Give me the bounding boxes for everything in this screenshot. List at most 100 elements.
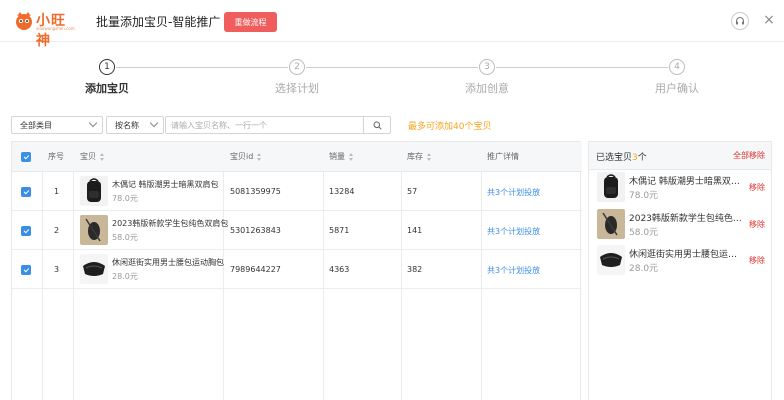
selected-item-thumbnail (597, 172, 625, 202)
row-plan-link[interactable]: 共3个计划投放 (487, 226, 540, 237)
product-name: 木偶记 韩版潮男士暗黑双肩包 (112, 180, 219, 189)
table-row: 1 木偶记 韩版潮男士暗黑双肩包 78.0元 5081359975 13284 … (12, 172, 582, 211)
row-item-id: 5081359975 (230, 187, 281, 196)
chevron-down-icon (88, 118, 98, 128)
row-checkbox[interactable] (21, 226, 31, 236)
selected-item-name: 2023韩版新款学生包纯色双肩包 (629, 214, 743, 224)
selected-item: 2023韩版新款学生包纯色双肩包 58.0元 移除 (589, 205, 771, 243)
remove-item-button[interactable]: 移除 (749, 219, 765, 230)
step-user-confirm: 4 用户确认 (627, 59, 727, 96)
selected-title-suffix: 个 (637, 153, 647, 163)
selected-item-price: 58.0元 (629, 228, 659, 238)
row-plan-link[interactable]: 共3个计划投放 (487, 265, 540, 276)
product-thumbnail (80, 254, 108, 284)
sling-bag-icon (597, 209, 625, 239)
waist-bag-icon (80, 254, 108, 284)
selected-item-name: 木偶记 韩版潮男士暗黑双肩包 (629, 177, 743, 187)
header-sales-label: 销量 (329, 152, 345, 161)
row-index: 2 (54, 226, 60, 235)
selected-panel-header: 已选宝贝3个 全部移除 (589, 142, 771, 170)
select-all-checkbox[interactable] (21, 152, 31, 162)
selected-title-prefix: 已选宝贝 (596, 153, 633, 163)
selected-item: 木偶记 韩版潮男士暗黑双肩包 78.0元 移除 (589, 168, 771, 206)
row-sales: 5871 (329, 226, 350, 235)
step-add-items: 1 添加宝贝 (57, 59, 157, 96)
row-item-id: 5301263843 (230, 226, 281, 235)
row-index: 1 (54, 187, 60, 196)
sort-icon (427, 152, 432, 161)
row-item-id: 7989644227 (230, 265, 281, 274)
table-row: 2 2023韩版新款学生包纯色双肩包 58.0元 5301263843 5871… (12, 211, 582, 250)
step-number: 1 (99, 59, 115, 75)
step-number: 3 (479, 59, 495, 75)
chevron-down-icon (149, 118, 159, 128)
remove-item-button[interactable]: 移除 (749, 255, 765, 266)
row-checkbox[interactable] (21, 265, 31, 275)
product-name: 2023韩版新款学生包纯色双肩包 (112, 219, 229, 228)
logo-subtext: xiaowangshen.com (36, 26, 75, 31)
category-select[interactable]: 全部类目 (11, 116, 103, 134)
row-stock: 141 (407, 226, 423, 235)
waist-bag-icon (597, 245, 625, 275)
step-select-plan: 2 选择计划 (247, 59, 347, 96)
step-add-creative: 3 添加创意 (437, 59, 537, 96)
sort-icon (349, 152, 354, 161)
redo-flow-button[interactable]: 重做流程 (224, 12, 277, 32)
row-index: 3 (54, 265, 60, 274)
product-thumbnail (80, 215, 108, 245)
selected-item-thumbnail (597, 245, 625, 275)
step-label: 添加宝贝 (85, 82, 129, 95)
row-plan-link[interactable]: 共3个计划投放 (487, 187, 540, 198)
product-name: 休闲逛街实用男士腰包运动胸包 (112, 258, 224, 267)
sling-bag-icon (80, 215, 108, 245)
sort-icon (100, 152, 105, 161)
selected-items-panel: 已选宝贝3个 全部移除 木偶记 韩版潮男士暗黑双肩包 78.0元 移除 2023… (588, 141, 772, 400)
row-stock: 382 (407, 265, 423, 274)
row-sales: 4363 (329, 265, 350, 274)
step-label: 选择计划 (275, 82, 319, 95)
remove-all-button[interactable]: 全部移除 (733, 150, 765, 161)
selected-item-price: 78.0元 (629, 191, 659, 201)
product-price: 58.0元 (112, 233, 138, 242)
header-sales[interactable]: 销量 (329, 151, 354, 162)
max-items-note: 最多可添加40个宝贝 (408, 122, 492, 132)
sort-icon (257, 152, 262, 161)
logo: 小旺神 xiaowangshen.com (14, 9, 80, 49)
search-input[interactable] (165, 116, 363, 134)
search-by-select[interactable]: 按名称 (106, 116, 164, 134)
search-icon (373, 121, 382, 130)
header-detail: 推广详情 (487, 152, 519, 161)
step-label: 用户确认 (655, 82, 699, 95)
headset-icon (736, 17, 744, 25)
search-button[interactable] (363, 116, 391, 134)
search-by-select-value: 按名称 (115, 120, 139, 130)
selected-item-thumbnail (597, 209, 625, 239)
remove-item-button[interactable]: 移除 (749, 182, 765, 193)
header-stock-label: 库存 (407, 152, 423, 161)
header-item-id-label: 宝贝id (230, 152, 254, 161)
step-number: 2 (289, 59, 305, 75)
logo-icon (16, 12, 32, 30)
table-row: 3 休闲逛街实用男士腰包运动胸包 28.0元 7989644227 4363 3… (12, 250, 582, 289)
row-checkbox[interactable] (21, 187, 31, 197)
header-stock[interactable]: 库存 (407, 151, 432, 162)
category-select-value: 全部类目 (20, 120, 52, 130)
step-label: 添加创意 (465, 82, 509, 95)
product-thumbnail (80, 176, 108, 206)
selected-item: 休闲逛街实用男士腰包运动胸包 28.0元 移除 (589, 241, 771, 279)
backpack-icon (80, 176, 108, 206)
support-button[interactable] (731, 12, 749, 30)
selected-item-price: 28.0元 (629, 264, 659, 274)
close-button[interactable]: × (762, 11, 776, 29)
items-table: 序号 宝贝 宝贝id 销量 库存 推广详情 1 木偶记 韩版潮男士暗黑双肩包 7… (11, 141, 582, 400)
selected-panel-title: 已选宝贝3个 (596, 150, 647, 163)
close-icon: × (763, 12, 775, 28)
progress-steps: 1 添加宝贝 2 选择计划 3 添加创意 4 用户确认 (0, 52, 784, 102)
header-item-id[interactable]: 宝贝id (230, 151, 262, 162)
backpack-icon (597, 172, 625, 202)
header-item[interactable]: 宝贝 (80, 151, 105, 162)
header-index: 序号 (48, 152, 64, 161)
header-item-label: 宝贝 (80, 152, 96, 161)
app-header: 小旺神 xiaowangshen.com 批量添加宝贝-智能推广 重做流程 × (0, 0, 784, 49)
table-header: 序号 宝贝 宝贝id 销量 库存 推广详情 (12, 142, 582, 172)
